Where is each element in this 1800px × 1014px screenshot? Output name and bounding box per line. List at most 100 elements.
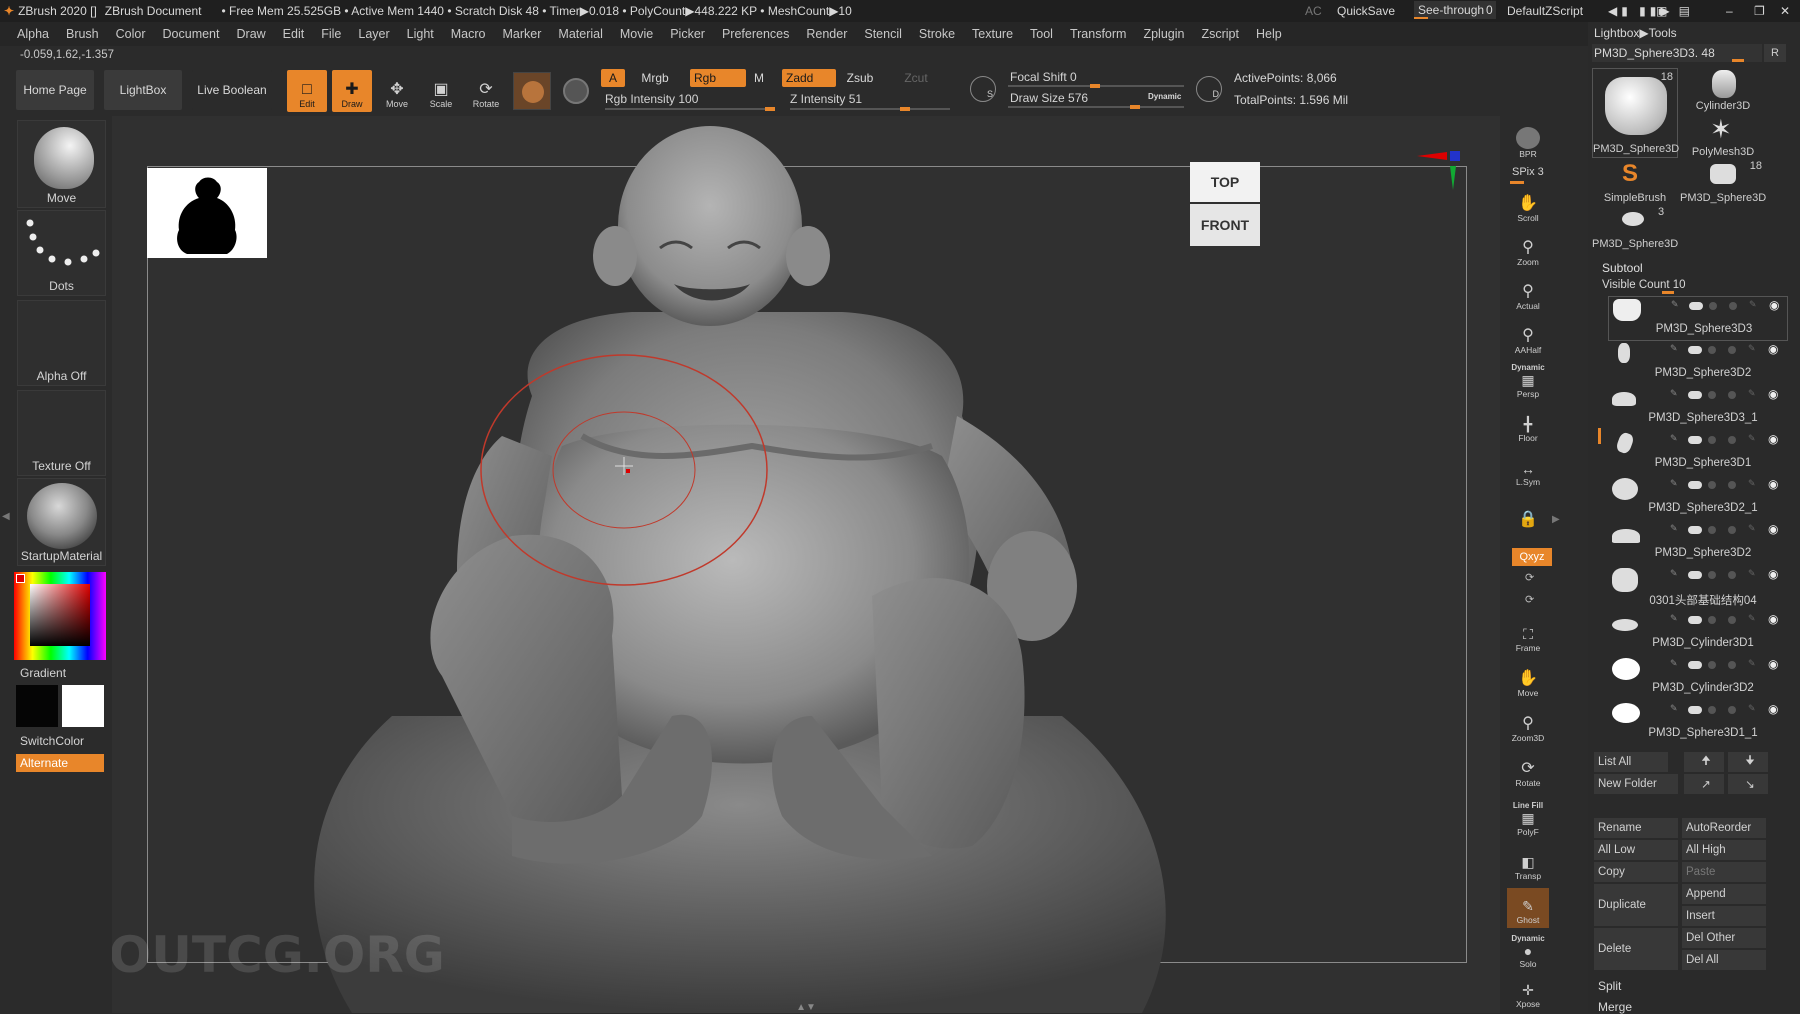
subtool-toggle-icons[interactable]: ✎ ✎ ◉ (1670, 702, 1788, 716)
menu-alpha[interactable]: Alpha (17, 27, 49, 41)
subtool-row[interactable]: ✎ ✎ ◉ 0301头部基础结构04 (1608, 566, 1788, 611)
folder-icon[interactable]: ✎ (1748, 388, 1756, 399)
current-tool-slider[interactable]: PM3D_Sphere3D3. 48 (1592, 44, 1762, 62)
subtool-row[interactable]: ✎ ✎ ◉ PM3D_Sphere3D3 (1608, 296, 1788, 341)
new-folder-button[interactable]: New Folder (1594, 774, 1678, 794)
subtool-toggle-icons[interactable]: ✎ ✎ ◉ (1670, 612, 1788, 626)
dynamic-toggle[interactable]: Dynamic (1148, 92, 1181, 101)
floor-button[interactable]: ╋ Floor (1507, 406, 1549, 446)
subtool-row[interactable]: ✎ ✎ ◉ PM3D_Sphere3D1_1 (1608, 701, 1788, 746)
dynamesh-icon[interactable] (1708, 526, 1716, 534)
subtool-row[interactable]: ✎ ✎ ◉ PM3D_Sphere3D2 (1608, 341, 1788, 386)
lock-button[interactable]: 🔒 (1507, 492, 1549, 532)
buddha-sculpt-model[interactable] (112, 116, 1510, 1013)
subtool-toggle-icons[interactable]: ✎ ✎ ◉ (1670, 522, 1788, 536)
frame-button[interactable]: ⛶ Frame (1507, 616, 1549, 656)
folder-icon[interactable]: ✎ (1748, 343, 1756, 354)
scale-mode-button[interactable]: ▣ Scale (421, 70, 461, 112)
zadd-button[interactable]: Zadd (782, 69, 836, 87)
rgb-button[interactable]: Rgb (690, 69, 746, 87)
visibility-eye-icon[interactable]: ◉ (1768, 702, 1778, 716)
visibility-eye-icon[interactable]: ◉ (1768, 612, 1778, 626)
subtool-row[interactable]: ✎ ✎ ◉ PM3D_Cylinder3D1 (1608, 611, 1788, 656)
autoreorder-button[interactable]: AutoReorder (1682, 818, 1766, 838)
rename-button[interactable]: Rename (1594, 818, 1678, 838)
dynamesh-icon[interactable] (1708, 706, 1716, 714)
menu-stencil[interactable]: Stencil (864, 27, 902, 41)
all-low-button[interactable]: All Low (1594, 840, 1678, 860)
lock-toggle-icon[interactable] (1728, 346, 1736, 354)
aahalf-button[interactable]: ⚲ AAHalf (1507, 318, 1549, 358)
tool-tile-sphere-2[interactable]: 18 PM3D_Sphere3D (1680, 160, 1766, 204)
subtool-row[interactable]: ✎ ✎ ◉ PM3D_Sphere3D2_1 (1608, 476, 1788, 521)
restore-icon[interactable]: ❐ (1754, 4, 1765, 18)
left-collapse-arrow-icon[interactable]: ◀ (2, 511, 10, 522)
lock-toggle-icon[interactable] (1728, 616, 1736, 624)
subtool-row[interactable]: ✎ ✎ ◉ PM3D_Sphere3D1 (1608, 431, 1788, 476)
brush-slot[interactable]: Move (17, 120, 106, 208)
subtool-toggle-icons[interactable]: ✎ ✎ ◉ (1670, 477, 1788, 491)
home-page-button[interactable]: Home Page (16, 70, 94, 110)
secondary-color-swatch[interactable] (16, 685, 58, 727)
menu-zscript[interactable]: Zscript (1201, 27, 1239, 41)
duplicate-button[interactable]: Duplicate (1594, 884, 1678, 926)
list-all-button[interactable]: List All (1594, 752, 1668, 772)
move-down-arrow-icon[interactable]: 🠋 (1728, 752, 1768, 772)
quicksave-button[interactable]: QuickSave (1337, 4, 1395, 18)
alpha-slot[interactable]: Alpha Off (17, 300, 106, 386)
edit-button[interactable]: □ Edit (287, 70, 327, 112)
nav-cube-top[interactable]: TOP (1190, 162, 1260, 202)
visibility-eye-icon[interactable]: ◉ (1768, 567, 1778, 581)
color-picker-sv-square[interactable] (30, 584, 90, 646)
dynamesh-icon[interactable] (1708, 481, 1716, 489)
lock-toggle-icon[interactable] (1728, 436, 1736, 444)
polypaint-toggle-icon[interactable] (1688, 571, 1702, 579)
material-slot[interactable]: StartupMaterial (17, 478, 106, 566)
subtool-row[interactable]: ✎ ✎ ◉ PM3D_Cylinder3D2 (1608, 656, 1788, 701)
menu-draw[interactable]: Draw (237, 27, 266, 41)
menu-material[interactable]: Material (558, 27, 602, 41)
menu-tool[interactable]: Tool (1030, 27, 1053, 41)
menu-light[interactable]: Light (407, 27, 434, 41)
subtool-toggle-icons[interactable]: ✎ ✎ ◉ (1670, 567, 1788, 581)
spix-slider[interactable]: SPix 3 (1512, 166, 1544, 178)
folder-icon[interactable]: ✎ (1749, 299, 1757, 310)
rgb-intensity-slider[interactable]: Rgb Intensity 100 (605, 92, 698, 106)
switch-color-button[interactable]: SwitchColor (20, 734, 84, 748)
copy-button[interactable]: Copy (1594, 862, 1678, 882)
subtool-row[interactable]: ✎ ✎ ◉ PM3D_Sphere3D2 (1608, 521, 1788, 566)
live-boolean-button[interactable]: Live Boolean (192, 70, 272, 110)
split-section[interactable]: Split (1598, 979, 1621, 993)
polypaint-toggle-icon[interactable] (1688, 526, 1702, 534)
menu-edit[interactable]: Edit (283, 27, 305, 41)
paste-button[interactable]: Paste (1682, 862, 1766, 882)
polypaint-toggle-icon[interactable] (1688, 346, 1702, 354)
material-sphere-swatch[interactable] (513, 72, 551, 110)
menu-marker[interactable]: Marker (503, 27, 542, 41)
visible-count-slider[interactable]: Visible Count 10 (1596, 278, 1792, 294)
tool-tile-simplebrush[interactable]: S SimpleBrush (1592, 160, 1678, 204)
menu-layer[interactable]: Layer (358, 27, 389, 41)
subtool-row[interactable]: ✎ ✎ ◉ PM3D_Sphere3D3_1 (1608, 386, 1788, 431)
tool-tile-cylinder[interactable]: Cylinder3D (1680, 68, 1766, 112)
rotate-y-icon[interactable]: ⟳ (1525, 571, 1534, 584)
move-up-arrow-icon[interactable]: 🠉 (1684, 752, 1724, 772)
gradient-label[interactable]: Gradient (20, 666, 66, 680)
z-intensity-slider[interactable]: Z Intensity 51 (790, 92, 862, 106)
zcut-button[interactable]: Zcut (898, 69, 934, 87)
visibility-eye-icon[interactable]: ◉ (1768, 522, 1778, 536)
alternate-button[interactable]: Alternate (16, 754, 104, 772)
tool-tile-current[interactable]: 18 PM3D_Sphere3D (1592, 68, 1679, 158)
insert-button[interactable]: Insert (1682, 906, 1766, 926)
dynamesh-icon[interactable] (1708, 571, 1716, 579)
solo-button[interactable]: Dynamic ● Solo (1507, 932, 1549, 972)
mrgb-button[interactable]: Mrgb (630, 69, 680, 87)
move-view-button[interactable]: ✋ Move (1507, 661, 1549, 701)
folder-icon[interactable]: ✎ (1748, 613, 1756, 624)
layout-icons[interactable]: ▣ ▤ (1656, 4, 1694, 18)
dynamesh-icon[interactable] (1709, 302, 1717, 310)
subtool-toggle-icons[interactable]: ✎ ✎ ◉ (1670, 432, 1788, 446)
see-through-slider[interactable]: See-through 0 (1414, 1, 1496, 19)
dynamesh-icon[interactable] (1708, 436, 1716, 444)
texture-sphere-icon[interactable] (563, 78, 589, 104)
